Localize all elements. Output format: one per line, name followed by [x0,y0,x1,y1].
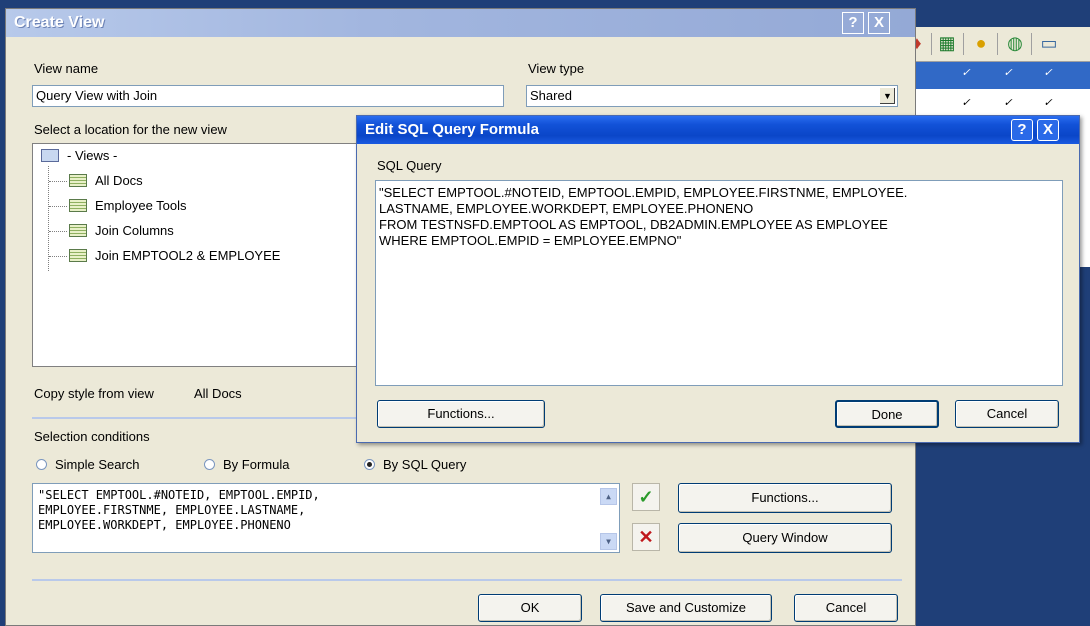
monitor-icon[interactable]: ▭ [1039,33,1059,53]
formula-line: EMPLOYEE.FIRSTNME, EMPLOYEE.LASTNAME, [38,503,306,517]
view-icon [69,199,87,212]
check-icon: ✓ [1003,97,1013,109]
radio-simple-search[interactable]: Simple Search [36,457,140,472]
radio-label: By Formula [223,457,290,472]
radio-by-sql-query[interactable]: By SQL Query [364,457,466,472]
tree-line [49,181,67,182]
selection-conditions-label: Selection conditions [34,429,150,444]
check-icon: ✓ [961,67,971,79]
views-folder-icon [41,149,59,162]
check-icon: ✓ [1043,67,1053,79]
tree-item-label: Join EMPTOOL2 & EMPLOYEE [95,248,281,263]
check-icon: ✓ [1003,67,1013,79]
radio-label: Simple Search [55,457,140,472]
sql-help-button[interactable]: ? [1011,119,1033,141]
tree-item-join-emptool2-employee[interactable]: Join EMPTOOL2 & EMPLOYEE [69,248,280,263]
tree-item-employee-tools[interactable]: Employee Tools [69,198,187,213]
radio-by-formula[interactable]: By Formula [204,457,289,472]
background-selected-row[interactable] [905,62,1090,89]
sql-dialog-title: Edit SQL Query Formula [365,121,539,138]
view-type-select[interactable]: Shared ▼ [526,85,898,107]
close-button[interactable]: X [868,12,890,34]
formula-line: EMPLOYEE.WORKDEPT, EMPLOYEE.PHONENO [38,518,291,532]
dialog-title: Create View [14,14,105,31]
location-tree[interactable]: - Views - All Docs Employee Tools Join C… [32,143,366,367]
view-name-input[interactable]: Query View with Join [32,85,504,107]
cancel-formula-button[interactable]: ✕ [632,523,660,551]
scroll-down-icon[interactable]: ▼ [600,533,617,550]
sql-query-line: LASTNAME, EMPLOYEE.WORKDEPT, EMPLOYEE.PH… [379,201,754,216]
accept-formula-button[interactable]: ✓ [632,483,660,511]
edit-sql-query-dialog: Edit SQL Query Formula ? X SQL Query "SE… [356,115,1080,443]
functions-button[interactable]: Functions... [678,483,892,513]
copy-style-value[interactable]: All Docs [194,386,242,401]
view-name-label: View name [34,61,99,76]
sql-query-line: "SELECT EMPTOOL.#NOTEID, EMPTOOL.EMPID, … [379,185,908,200]
tree-root-label: - Views - [67,148,118,163]
scroll-up-icon[interactable]: ▲ [600,488,617,505]
ok-button[interactable]: OK [478,594,582,622]
sql-dialog-titlebar: Edit SQL Query Formula ? X [357,116,1079,144]
sql-query-line: WHERE EMPTOOL.EMPID = EMPLOYEE.EMPNO" [379,233,682,248]
tree-line [49,256,67,257]
tree-line [49,231,67,232]
tree-item-label: All Docs [95,173,143,188]
toolbar-separator [1031,33,1032,55]
toolbar-separator [963,33,964,55]
toolbar-separator [997,33,998,55]
view-icon [69,249,87,262]
create-view-titlebar: Create View ? X [6,9,915,37]
tree-root[interactable]: - Views - [41,148,117,163]
globe-icon[interactable]: ◍ [1005,33,1025,53]
chevron-down-icon[interactable]: ▼ [879,87,896,105]
radio-label: By SQL Query [383,457,467,472]
tree-line [49,206,67,207]
background-toolbar: ♦ ▦ ● ◍ ▭ [905,27,1090,62]
sql-query-line: FROM TESTNSFD.EMPTOOL AS EMPTOOL, DB2ADM… [379,217,888,232]
grid-icon[interactable]: ▦ [937,33,957,53]
view-type-label: View type [528,61,585,76]
tree-item-all-docs[interactable]: All Docs [69,173,143,188]
tree-item-label: Employee Tools [95,198,187,213]
sql-close-button[interactable]: X [1037,119,1059,141]
sql-cancel-button[interactable]: Cancel [955,400,1059,428]
sql-query-label: SQL Query [377,158,442,173]
help-button[interactable]: ? [842,12,864,34]
toolbar-separator [931,33,932,55]
tree-item-label: Join Columns [95,223,174,238]
radio-icon [204,459,215,470]
check-icon: ✓ [1043,97,1053,109]
sql-functions-button[interactable]: Functions... [377,400,545,428]
sql-query-textarea[interactable]: "SELECT EMPTOOL.#NOTEID, EMPTOOL.EMPID, … [375,180,1063,386]
formula-textarea[interactable]: "SELECT EMPTOOL.#NOTEID, EMPTOOL.EMPID, … [32,483,620,553]
coin-icon[interactable]: ● [971,33,991,53]
view-type-value: Shared [530,88,572,103]
tree-item-join-columns[interactable]: Join Columns [69,223,174,238]
view-icon [69,174,87,187]
view-icon [69,224,87,237]
save-and-customize-button[interactable]: Save and Customize [600,594,772,622]
divider [32,579,902,581]
cancel-button[interactable]: Cancel [794,594,898,622]
formula-line: "SELECT EMPTOOL.#NOTEID, EMPTOOL.EMPID, [38,488,320,502]
radio-selected-icon [364,459,375,470]
copy-style-label: Copy style from view [34,386,154,401]
location-label: Select a location for the new view [34,122,227,137]
check-icon: ✓ [961,97,971,109]
radio-icon [36,459,47,470]
query-window-button[interactable]: Query Window [678,523,892,553]
done-button[interactable]: Done [835,400,939,428]
